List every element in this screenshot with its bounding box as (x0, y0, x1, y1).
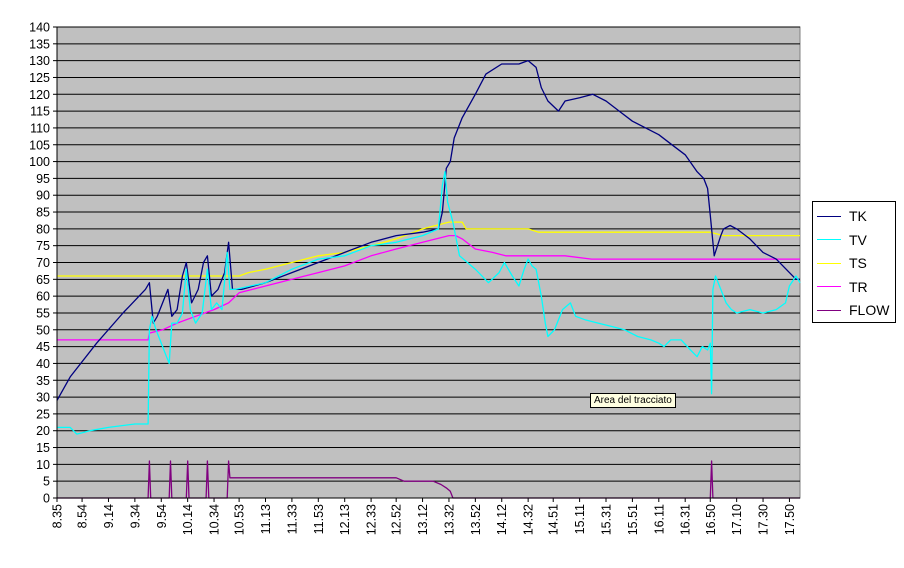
y-tick-label: 95 (36, 172, 50, 186)
y-tick-label: 115 (30, 105, 50, 119)
x-tick-label: 16.50 (704, 504, 718, 535)
x-tick-label: 11.13 (259, 504, 273, 534)
x-tick-label: 12.52 (390, 504, 404, 535)
x-axis-ticks: 8.35 8.54 9.14 9.34 9.54 10.14 10.34 10.53 11.13… (51, 498, 797, 535)
y-tick-label: 140 (29, 21, 50, 35)
y-tick-label: 65 (36, 273, 50, 287)
x-tick-label: 9.34 (128, 504, 142, 528)
y-tick-label: 10 (36, 458, 50, 472)
y-tick-label: 100 (29, 155, 50, 169)
y-tick-label: 20 (36, 424, 50, 438)
y-tick-label: 85 (36, 206, 50, 220)
y-tick-label: 45 (36, 340, 50, 354)
legend-swatch (817, 239, 841, 240)
y-tick-label: 25 (36, 407, 50, 421)
y-tick-label: 15 (36, 441, 50, 455)
chart-svg: 0 5 10 15 20 25 30 35 40 45 50 55 60 65 70 75 80 85 90 95 10… (29, 21, 801, 535)
y-tick-label: 130 (29, 54, 50, 68)
y-tick-label: 35 (36, 374, 50, 388)
x-tick-label: 17.50 (783, 504, 797, 535)
x-tick-label: 10.34 (208, 504, 222, 535)
y-axis-ticks: 0 5 10 15 20 25 30 35 40 45 50 55 60 65 70 75 80 85 90 95 10… (29, 21, 57, 506)
legend-item-flow: FLOW (817, 300, 889, 320)
x-tick-label: 8.35 (51, 504, 65, 528)
y-tick-label: 0 (43, 492, 50, 506)
y-tick-label: 40 (36, 357, 50, 371)
legend-item-tk: TK (817, 206, 867, 226)
x-tick-label: 11.53 (312, 504, 326, 534)
y-tick-label: 110 (30, 121, 50, 135)
x-tick-label: 13.52 (469, 504, 483, 535)
legend-label: TK (849, 208, 867, 224)
plot-area-tooltip: Area del tracciato (590, 393, 676, 408)
x-tick-label: 14.51 (547, 504, 561, 535)
x-tick-label: 10.14 (181, 504, 195, 535)
y-tick-label: 50 (36, 323, 50, 337)
legend: TK TV TS TR FLOW (812, 201, 896, 323)
x-tick-label: 16.11 (652, 504, 666, 534)
legend-label: TV (849, 231, 867, 248)
y-tick-label: 75 (36, 239, 50, 253)
y-tick-label: 80 (36, 222, 50, 236)
y-tick-label: 90 (36, 189, 50, 203)
y-tick-label: 125 (29, 71, 50, 85)
x-tick-label: 10.53 (233, 504, 247, 535)
y-tick-label: 30 (36, 391, 50, 405)
y-tick-label: 55 (36, 306, 50, 320)
legend-item-tr: TR (817, 277, 868, 297)
legend-item-ts: TS (817, 253, 867, 273)
legend-swatch (817, 262, 841, 264)
x-tick-label: 13.12 (416, 504, 430, 535)
x-tick-label: 15.31 (600, 504, 614, 535)
x-tick-label: 17.30 (757, 504, 771, 535)
y-tick-label: 70 (36, 256, 50, 270)
legend-swatch (817, 286, 841, 287)
x-tick-label: 15.51 (626, 504, 640, 535)
legend-label: FLOW (849, 302, 890, 318)
legend-item-tv: TV (817, 230, 867, 250)
legend-swatch (817, 309, 841, 311)
x-tick-label: 9.54 (155, 504, 169, 528)
legend-label: TR (849, 278, 868, 295)
x-tick-label: 17.10 (730, 504, 744, 535)
x-tick-label: 9.14 (102, 504, 116, 528)
x-tick-label: 8.54 (76, 504, 90, 528)
x-tick-label: 14.32 (522, 504, 536, 535)
x-tick-label: 14.12 (495, 504, 509, 535)
legend-label: TS (849, 255, 867, 271)
y-tick-label: 105 (29, 138, 50, 152)
x-tick-label: 11.33 (285, 504, 299, 534)
y-tick-label: 5 (43, 475, 50, 489)
y-tick-label: 60 (36, 290, 50, 304)
x-tick-label: 15.11 (573, 504, 587, 534)
y-tick-label: 135 (29, 37, 50, 51)
y-tick-label: 120 (29, 88, 50, 102)
x-tick-label: 12.13 (338, 504, 352, 535)
x-tick-label: 13.32 (442, 504, 456, 535)
x-tick-label: 16.31 (679, 504, 693, 535)
x-tick-label: 12.33 (365, 504, 379, 535)
legend-swatch (817, 215, 841, 217)
